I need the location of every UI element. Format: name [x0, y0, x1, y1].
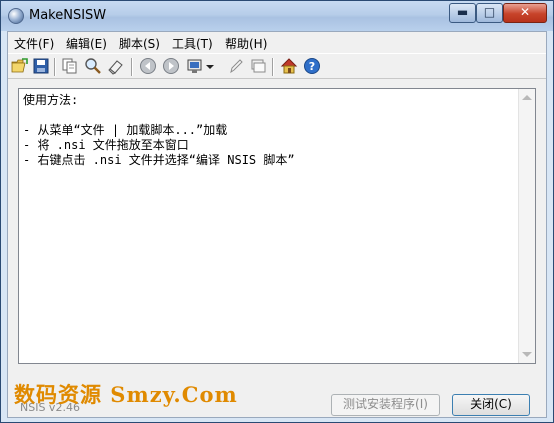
browse-icon[interactable] — [249, 57, 267, 75]
menu-help[interactable]: 帮助(H) — [225, 35, 267, 52]
menu-tools[interactable]: 工具(T) — [172, 35, 213, 52]
editor-line: 使用方法: — [23, 93, 79, 107]
title-bar[interactable]: MakeNSISW ▬ □ ✕ — [1, 1, 553, 31]
svg-text:?: ? — [309, 60, 315, 73]
toolbar: ? — [8, 53, 546, 79]
back-icon[interactable] — [139, 57, 157, 75]
menu-file[interactable]: 文件(F) — [14, 35, 54, 52]
compiler-icon[interactable] — [186, 57, 204, 75]
toolbar-separator — [272, 58, 274, 76]
save-icon[interactable] — [32, 57, 50, 75]
close-button[interactable]: 关闭(C) — [452, 394, 530, 416]
editor-line: - 右键点击 .nsi 文件并选择“编译 NSIS 脚本” — [23, 153, 295, 167]
menu-bar: 文件(F) 编辑(E) 脚本(S) 工具(T) 帮助(H) — [8, 32, 546, 52]
test-installer-button[interactable]: 测试安装程序(I) — [331, 394, 440, 416]
editor-line: - 将 .nsi 文件拖放至本窗口 — [23, 138, 189, 152]
dropdown-arrow-icon[interactable] — [205, 57, 215, 75]
clear-icon[interactable] — [107, 57, 125, 75]
script-editor[interactable]: 使用方法: - 从菜单“文件 | 加载脚本...”加载 - 将 .nsi 文件拖放至… — [18, 88, 536, 364]
scroll-up-arrow-icon[interactable] — [522, 95, 532, 100]
vertical-scrollbar[interactable] — [518, 89, 535, 363]
menu-edit[interactable]: 编辑(E) — [66, 35, 107, 52]
scroll-down-arrow-icon[interactable] — [522, 352, 532, 357]
forward-icon[interactable] — [162, 57, 180, 75]
editor-line: - 从菜单“文件 | 加载脚本...”加载 — [23, 123, 228, 137]
maximize-button[interactable]: □ — [476, 3, 503, 23]
close-window-button[interactable]: ✕ — [503, 3, 547, 23]
app-icon[interactable] — [8, 8, 24, 24]
toolbar-separator — [54, 58, 56, 76]
help-icon[interactable]: ? — [303, 57, 321, 75]
client-area: 文件(F) 编辑(E) 脚本(S) 工具(T) 帮助(H) ? 使用方法: - … — [7, 31, 547, 418]
home-icon[interactable] — [280, 57, 298, 75]
watermark: 数码资源 Smzy.Com — [14, 382, 238, 407]
menu-script[interactable]: 脚本(S) — [119, 35, 160, 52]
open-icon[interactable] — [11, 57, 29, 75]
app-window: MakeNSISW ▬ □ ✕ 文件(F) 编辑(E) 脚本(S) 工具(T) … — [0, 0, 554, 423]
window-title: MakeNSISW — [29, 8, 107, 23]
editor-text: 使用方法: - 从菜单“文件 | 加载脚本...”加载 - 将 .nsi 文件拖放至… — [23, 93, 295, 168]
find-icon[interactable] — [84, 57, 102, 75]
minimize-button[interactable]: ▬ — [449, 3, 476, 23]
copy-icon[interactable] — [61, 57, 79, 75]
toolbar-separator — [131, 58, 133, 76]
edit-icon[interactable] — [227, 57, 245, 75]
